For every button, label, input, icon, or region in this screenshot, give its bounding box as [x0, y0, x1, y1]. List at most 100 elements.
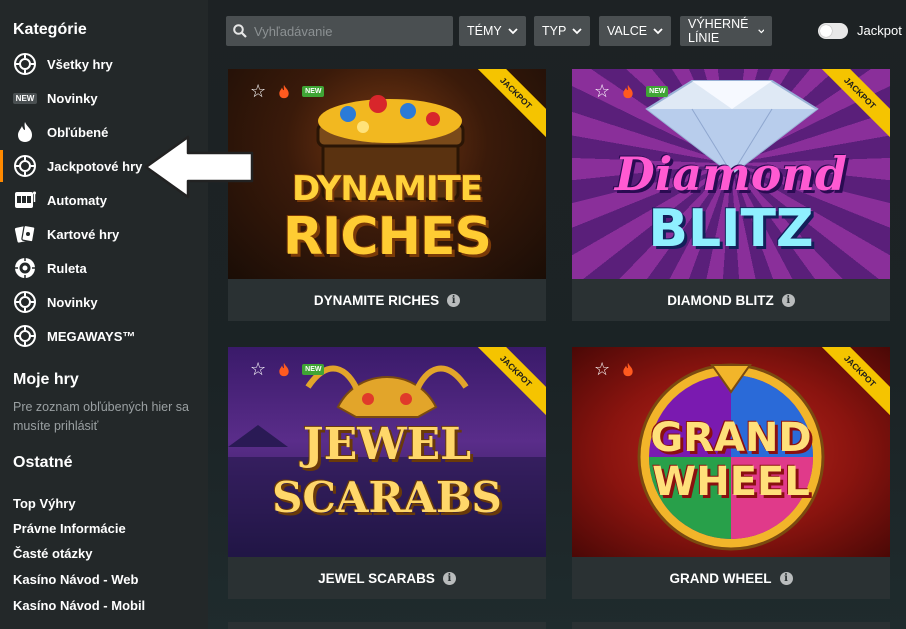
game-title-bar: GRAND WHEEL i: [572, 557, 890, 599]
flame-icon: [623, 362, 633, 376]
flame-icon: [279, 362, 289, 376]
game-title: DYNAMITE RICHES: [313, 292, 440, 308]
game-title-bar: JEWEL SCARABS i: [228, 557, 546, 599]
game-card-partial[interactable]: [228, 622, 546, 629]
game-logo-line1: DYNAMITE: [291, 169, 483, 209]
info-icon[interactable]: i: [447, 293, 461, 307]
filter-reels-dropdown[interactable]: VALCE: [599, 16, 672, 46]
sidebar: Kategórie Všetky hry NEW Novinky Obľúben…: [0, 0, 208, 629]
link-casino-guide-mobile[interactable]: Kasíno Návod - Mobil: [13, 598, 145, 613]
info-icon[interactable]: i: [779, 571, 793, 585]
sidebar-item-megaways[interactable]: MEGAWAYS™: [0, 320, 208, 352]
link-top-wins[interactable]: Top Výhry: [13, 496, 76, 511]
jackpot-toggle[interactable]: [818, 23, 848, 39]
sidebar-item-label: Ruleta: [47, 260, 87, 276]
card-icons: ☆ NEW: [594, 82, 669, 100]
chip-icon: [13, 290, 37, 314]
new-badge: NEW: [302, 85, 325, 97]
chip-icon: [13, 52, 37, 76]
game-logo-line2: SCARABS: [272, 473, 502, 522]
chevron-down-icon: [757, 28, 765, 33]
info-icon[interactable]: i: [781, 293, 795, 307]
my-games-note: Pre zoznam obľúbených hier sa musíte pri…: [13, 400, 189, 433]
card-icons: ☆: [594, 360, 634, 378]
my-games-heading: Moje hry: [13, 371, 79, 388]
info-icon[interactable]: i: [442, 571, 456, 585]
game-card-grand-wheel[interactable]: GRAND WHEEL ☆ JACKPOT GRAND WHEEL i: [572, 347, 890, 599]
search-box[interactable]: [226, 16, 453, 46]
search-input[interactable]: [254, 23, 444, 39]
casino-page: Kategórie Všetky hry NEW Novinky Obľúben…: [0, 0, 906, 629]
sidebar-item-label: Obľúbené: [47, 124, 109, 140]
sidebar-item-label: Jackpotové hry: [47, 158, 143, 174]
game-thumbnail[interactable]: Diamond BLITZ ☆ NEW JACKPOT: [572, 69, 890, 279]
sidebar-item-label: Automaty: [47, 192, 107, 208]
game-thumbnail[interactable]: JEWEL SCARABS ☆ NEW JACKPOT: [228, 347, 546, 557]
sidebar-item-label: Kartové hry: [47, 226, 120, 242]
game-title: GRAND WHEEL: [669, 570, 772, 586]
other-heading: Ostatné: [13, 454, 73, 471]
game-logo-line2: BLITZ: [648, 199, 814, 259]
star-icon[interactable]: ☆: [594, 360, 610, 378]
game-logo-line1: JEWEL: [302, 419, 472, 470]
game-thumbnail[interactable]: GRAND WHEEL ☆ JACKPOT: [572, 347, 890, 557]
new-badge: NEW: [302, 363, 325, 375]
sidebar-item-label: Všetky hry: [47, 56, 113, 72]
game-title-bar: DIAMOND BLITZ i: [572, 279, 890, 321]
sidebar-item-card-games[interactable]: Kartové hry: [0, 218, 208, 250]
cards-icon: [13, 222, 37, 246]
filter-label: TÉMY: [467, 24, 502, 38]
game-logo-line1: Diamond: [614, 147, 848, 201]
game-logo-line2: WHEEL: [652, 459, 810, 505]
game-card-diamond-blitz[interactable]: Diamond BLITZ ☆ NEW JACKPOT DIAMOND BLIT…: [572, 69, 890, 321]
filter-label: TYP: [542, 24, 567, 38]
filter-label: VÝHERNÉ LÍNIE: [688, 17, 749, 45]
search-icon: [226, 24, 254, 38]
new-badge: NEW: [646, 85, 669, 97]
jackpot-toggle-label: Jackpot: [857, 23, 902, 38]
filter-themes-dropdown[interactable]: TÉMY: [459, 16, 526, 46]
main-content: TÉMY TYP VALCE VÝHERNÉ LÍNIE Jackpot: [208, 0, 906, 629]
star-icon[interactable]: ☆: [594, 82, 610, 100]
game-card-dynamite-riches[interactable]: DYNAMITE RICHES ☆ NEW JACKPOT DYNAMITE R…: [228, 69, 546, 321]
sidebar-item-label: Novinky: [47, 90, 98, 106]
filter-paylines-dropdown[interactable]: VÝHERNÉ LÍNIE: [680, 16, 773, 46]
game-title-bar: DYNAMITE RICHES i: [228, 279, 546, 321]
chevron-down-icon: [508, 27, 518, 34]
flame-icon: [13, 120, 37, 144]
star-icon[interactable]: ☆: [250, 82, 266, 100]
chevron-down-icon: [572, 27, 582, 34]
sidebar-item-all-games[interactable]: Všetky hry: [0, 48, 208, 80]
chip-icon: [13, 154, 37, 178]
categories-heading: Kategórie: [13, 21, 87, 38]
link-legal-info[interactable]: Právne Informácie: [13, 521, 126, 536]
sidebar-item-roulette[interactable]: Ruleta: [0, 252, 208, 284]
filter-label: VALCE: [607, 24, 648, 38]
game-card-partial[interactable]: [572, 622, 890, 629]
flame-icon: [279, 84, 289, 98]
roulette-icon: [13, 256, 37, 280]
chevron-down-icon: [653, 27, 663, 34]
sidebar-item-novinky[interactable]: Novinky: [0, 286, 208, 318]
card-icons: ☆ NEW: [250, 82, 325, 100]
sidebar-item-label: Novinky: [47, 294, 98, 310]
game-thumbnail[interactable]: DYNAMITE RICHES ☆ NEW JACKPOT: [228, 69, 546, 279]
game-logo-line1: GRAND: [650, 415, 812, 461]
flame-icon: [623, 84, 633, 98]
link-casino-guide-web[interactable]: Kasíno Návod - Web: [13, 572, 138, 587]
pointer-arrow-icon: [144, 135, 254, 199]
sidebar-item-new[interactable]: NEW Novinky: [0, 82, 208, 114]
game-title: DIAMOND BLITZ: [667, 292, 774, 308]
game-logo-line2: RICHES: [282, 207, 492, 267]
filter-type-dropdown[interactable]: TYP: [534, 16, 591, 46]
link-faq[interactable]: Časté otázky: [13, 546, 92, 561]
toggle-knob: [820, 25, 832, 37]
star-icon[interactable]: ☆: [250, 360, 266, 378]
new-badge-text: NEW: [12, 92, 38, 104]
game-title: JEWEL SCARABS: [318, 570, 435, 586]
slot-machine-icon: [13, 188, 37, 212]
card-icons: ☆ NEW: [250, 360, 325, 378]
game-card-jewel-scarabs[interactable]: JEWEL SCARABS ☆ NEW JACKPOT JEWEL SCARAB…: [228, 347, 546, 599]
new-badge-icon: NEW: [12, 86, 38, 110]
chip-icon: [13, 324, 37, 348]
